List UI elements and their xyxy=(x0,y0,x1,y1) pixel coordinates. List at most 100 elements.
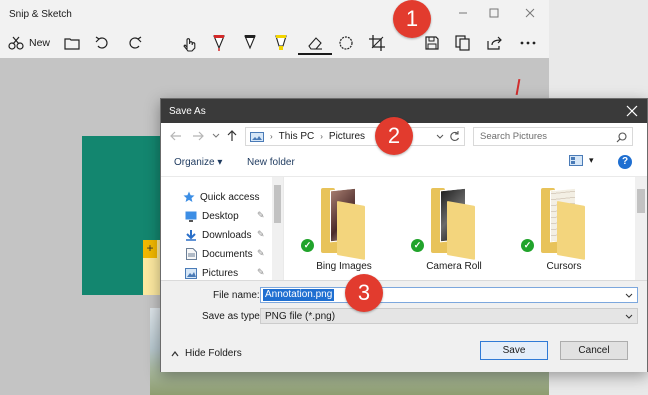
pencil-icon[interactable] xyxy=(243,32,257,54)
save-button[interactable]: Save xyxy=(480,341,548,360)
command-bar: Organize ▾ New folder ▾ ? xyxy=(161,149,647,177)
organize-label: Organize xyxy=(174,157,215,168)
search-input[interactable]: Search Pictures xyxy=(473,127,633,146)
new-snip-button[interactable]: New xyxy=(8,32,50,54)
up-arrow-icon[interactable] xyxy=(225,129,239,143)
nav-label-quick-access: Quick access xyxy=(200,191,260,203)
pin-icon[interactable]: ✎ xyxy=(257,210,265,221)
address-bar[interactable]: › This PC › Pictures xyxy=(245,127,465,146)
recent-dropdown-icon[interactable] xyxy=(209,129,223,143)
sync-check-icon: ✓ xyxy=(521,239,534,252)
eraser-icon[interactable] xyxy=(306,32,324,54)
ballpoint-pen-icon[interactable] xyxy=(212,32,226,54)
help-icon[interactable]: ? xyxy=(618,155,632,169)
nav-label-downloads: Downloads xyxy=(202,229,252,241)
nav-item-documents[interactable]: Documents xyxy=(185,246,253,262)
hide-folders-label: Hide Folders xyxy=(185,348,242,359)
sync-check-icon: ✓ xyxy=(411,239,424,252)
more-icon[interactable] xyxy=(520,32,536,54)
folder-item-bing-images[interactable]: ✓ Bing Images xyxy=(299,185,389,277)
file-list-scrollbar[interactable] xyxy=(635,177,647,280)
ruler-icon[interactable] xyxy=(338,32,354,54)
nav-label-pictures: Pictures xyxy=(202,267,239,279)
downloads-icon xyxy=(185,229,197,241)
folder-item-cursors[interactable]: ✓ Cursors xyxy=(519,185,609,277)
file-name-value: Annotation.png xyxy=(263,289,335,301)
nav-scroll-thumb[interactable] xyxy=(274,185,281,223)
file-name-label: File name: xyxy=(213,290,260,301)
dialog-close-icon[interactable] xyxy=(625,104,639,118)
desktop-icon xyxy=(185,210,197,222)
red-ink-stroke xyxy=(515,78,521,96)
folder-name: Camera Roll xyxy=(426,261,482,272)
file-fields: File name: Annotation.png Save as type: … xyxy=(161,280,647,328)
chevron-right-icon: › xyxy=(270,132,273,141)
folder-name: Bing Images xyxy=(316,261,372,272)
redo-icon[interactable] xyxy=(128,32,142,54)
pin-icon[interactable]: ✎ xyxy=(257,248,265,259)
maximize-icon[interactable] xyxy=(484,4,504,22)
change-view-button[interactable]: ▾ xyxy=(569,155,594,166)
folder-item-camera-roll[interactable]: ✓ Camera Roll xyxy=(409,185,499,277)
new-snip-icon xyxy=(8,36,24,50)
callout-3: 3 xyxy=(345,274,383,312)
selected-tool-underline xyxy=(298,53,332,55)
folder-name: Cursors xyxy=(546,261,582,272)
nav-item-downloads[interactable]: Downloads xyxy=(185,227,251,243)
nav-label-documents: Documents xyxy=(202,248,253,260)
file-name-input[interactable]: Annotation.png xyxy=(260,287,638,303)
forward-arrow-icon[interactable] xyxy=(191,129,205,143)
save-type-label: Save as type: xyxy=(202,311,263,322)
breadcrumb-pictures[interactable]: Pictures xyxy=(329,131,365,142)
save-type-value: PNG file (*.png) xyxy=(265,311,336,322)
chevron-down-icon[interactable] xyxy=(624,312,634,322)
callout-2: 2 xyxy=(375,117,413,155)
new-folder-button[interactable]: New folder xyxy=(247,157,295,168)
save-icon[interactable] xyxy=(425,32,439,54)
view-dropdown-icon: ▾ xyxy=(589,155,594,165)
close-icon[interactable] xyxy=(520,4,540,22)
cancel-button[interactable]: Cancel xyxy=(560,341,628,360)
nav-item-pictures[interactable]: Pictures xyxy=(185,265,238,281)
nav-label-desktop: Desktop xyxy=(202,210,239,222)
open-file-icon[interactable] xyxy=(64,32,80,54)
undo-icon[interactable] xyxy=(95,32,109,54)
app-title: Snip & Sketch xyxy=(9,9,72,20)
folder-icon xyxy=(541,185,587,260)
pictures-location-icon xyxy=(250,131,264,142)
crop-icon[interactable] xyxy=(369,32,385,54)
back-arrow-icon[interactable] xyxy=(169,129,183,143)
minimize-icon[interactable] xyxy=(453,4,473,22)
address-dropdown-icon[interactable] xyxy=(434,131,446,143)
dropdown-caret-icon: ▾ xyxy=(217,157,223,168)
file-scroll-thumb[interactable] xyxy=(637,189,645,213)
file-list: ✓ Bing Images ✓ Camera Roll ✓ Cursors xyxy=(284,177,647,280)
chevron-down-icon[interactable] xyxy=(624,291,634,301)
sticky-note-icon: + xyxy=(143,240,157,258)
sync-check-icon: ✓ xyxy=(301,239,314,252)
search-icon[interactable] xyxy=(616,132,627,143)
pin-icon[interactable]: ✎ xyxy=(257,229,265,240)
navigation-pane: Quick access Desktop Downloads Documents… xyxy=(161,177,283,280)
pin-icon[interactable]: ✎ xyxy=(257,267,265,278)
dialog-title: Save As xyxy=(169,106,206,117)
callout-1: 1 xyxy=(393,0,431,38)
nav-scrollbar[interactable] xyxy=(272,177,283,280)
nav-item-quick-access[interactable]: Quick access xyxy=(183,189,259,205)
hide-folders-button[interactable]: Hide Folders xyxy=(171,348,242,359)
folder-icon xyxy=(321,185,367,260)
refresh-icon[interactable] xyxy=(448,130,461,143)
chevron-up-icon xyxy=(171,350,179,356)
highlighter-icon[interactable] xyxy=(274,32,288,54)
folder-icon xyxy=(431,185,477,260)
documents-icon xyxy=(185,248,197,260)
chevron-right-icon: › xyxy=(320,132,323,141)
view-icon xyxy=(569,155,583,166)
touch-writing-icon[interactable] xyxy=(180,32,198,54)
copy-icon[interactable] xyxy=(455,32,471,54)
save-type-select[interactable]: PNG file (*.png) xyxy=(260,308,638,324)
breadcrumb-this-pc[interactable]: This PC xyxy=(279,131,315,142)
nav-item-desktop[interactable]: Desktop xyxy=(185,208,239,224)
share-icon[interactable] xyxy=(487,32,503,54)
organize-button[interactable]: Organize ▾ xyxy=(174,157,222,168)
